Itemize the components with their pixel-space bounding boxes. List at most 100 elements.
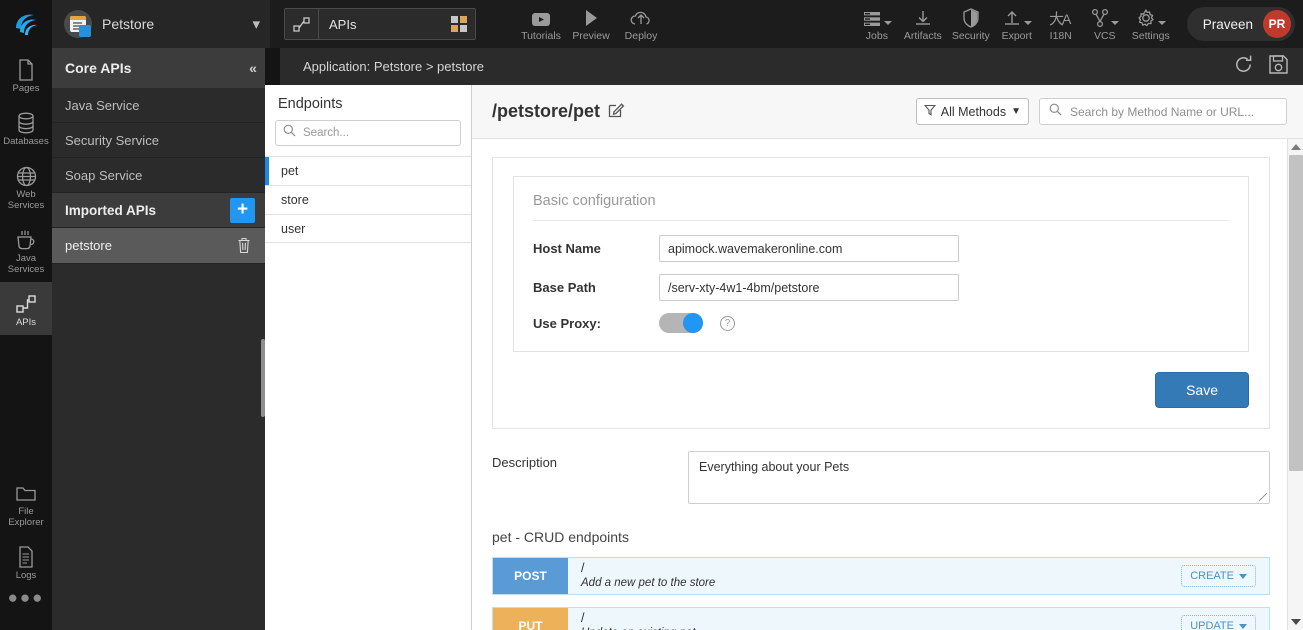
- base-path-value: /serv-xty-4w1-4bm/petstore: [668, 281, 819, 295]
- content-body: Basic configuration Host Name apimock.wa…: [472, 139, 1303, 630]
- chevron-down-icon[interactable]: ▾: [252, 15, 260, 33]
- sidebar-item-apis[interactable]: APIs: [0, 282, 52, 335]
- scroll-down-arrow[interactable]: [1288, 614, 1303, 630]
- endpoints-search-placeholder: Search...: [303, 127, 349, 139]
- scroll-thumb[interactable]: [1289, 155, 1303, 471]
- project-doc-icon: [64, 10, 92, 38]
- basic-config-card: Basic configuration Host Name apimock.wa…: [492, 157, 1270, 429]
- endpoint-url: /: [581, 611, 1181, 625]
- main-header-right: All Methods ▼ Search by Method Name or U…: [916, 98, 1287, 125]
- settings-button[interactable]: Settings: [1127, 0, 1175, 48]
- endpoint-row-post[interactable]: POST / Add a new pet to the store CREATE: [492, 557, 1270, 595]
- chevron-down-icon[interactable]: [1111, 21, 1119, 25]
- api-item-soap-service[interactable]: Soap Service: [52, 158, 265, 193]
- project-selector[interactable]: Petstore ▾: [52, 0, 270, 48]
- page-title: /petstore/pet: [492, 101, 600, 122]
- sidebar-item-pages[interactable]: Pages: [0, 48, 52, 101]
- api-node-icon: [285, 9, 319, 39]
- endpoints-search-input[interactable]: Search...: [275, 120, 461, 146]
- api-item-label: Security Service: [65, 133, 159, 148]
- chevron-double-left-icon[interactable]: «: [241, 48, 265, 88]
- trash-icon[interactable]: [237, 237, 251, 257]
- plus-icon[interactable]: +: [230, 198, 255, 223]
- create-action-button[interactable]: CREATE: [1181, 565, 1256, 587]
- main-scrollbar[interactable]: [1287, 139, 1303, 630]
- wavemaker-logo-button[interactable]: [0, 0, 52, 48]
- floppy-save-icon[interactable]: [1268, 54, 1289, 80]
- resize-handle[interactable]: [1259, 493, 1267, 501]
- preview-button[interactable]: Preview: [566, 0, 616, 48]
- artifacts-button[interactable]: Artifacts: [899, 0, 947, 48]
- sidebar-item-web-services[interactable]: Web Services: [0, 154, 52, 218]
- endpoint-row-put[interactable]: PUT / Update an existing pet UPDATE: [492, 607, 1270, 630]
- sidebar-item-label: Java Services: [8, 253, 44, 275]
- module-selector[interactable]: APIs: [284, 8, 476, 40]
- sidebar-item-databases[interactable]: Databases: [0, 101, 52, 154]
- tutorials-button[interactable]: Tutorials: [516, 0, 566, 48]
- method-search-placeholder: Search by Method Name or URL...: [1070, 105, 1254, 119]
- deploy-button[interactable]: Deploy: [616, 0, 666, 48]
- app-root: Petstore ▾ APIs: [0, 0, 1303, 630]
- left-rail-bottom: File Explorer Logs ●●●: [0, 471, 52, 608]
- core-apis-header: Core APIs «: [52, 48, 265, 88]
- sidebar-item-logs[interactable]: Logs: [0, 535, 52, 588]
- chevron-down-icon[interactable]: [1158, 21, 1166, 25]
- scroll-up-arrow[interactable]: [1288, 139, 1303, 155]
- api-item-java-service[interactable]: Java Service: [52, 88, 265, 123]
- vcs-button[interactable]: VCS: [1083, 0, 1127, 48]
- sidebar-item-label: Logs: [16, 570, 37, 581]
- grid-apps-icon[interactable]: [451, 16, 475, 32]
- chevron-down-icon[interactable]: [884, 21, 892, 25]
- breadcrumb-bar: Application: Petstore > petstore: [280, 48, 1303, 85]
- breadcrumb: Application: Petstore > petstore: [280, 59, 1233, 74]
- artifacts-label: Artifacts: [904, 30, 942, 42]
- description-textarea[interactable]: Everything about your Pets: [688, 451, 1270, 504]
- base-path-field[interactable]: /serv-xty-4w1-4bm/petstore: [659, 274, 959, 301]
- save-button[interactable]: Save: [1155, 372, 1249, 408]
- base-path-label: Base Path: [533, 280, 659, 295]
- i18n-button[interactable]: 大 A I18N: [1039, 0, 1083, 48]
- endpoint-description: Update an existing pet: [581, 625, 1181, 630]
- core-apis-title: Core APIs: [65, 60, 131, 76]
- endpoint-info: / Update an existing pet: [568, 608, 1181, 630]
- api-item-security-service[interactable]: Security Service: [52, 123, 265, 158]
- search-icon: [1049, 103, 1062, 121]
- avatar: PR: [1263, 10, 1291, 38]
- endpoints-title: Endpoints: [265, 85, 471, 120]
- jobs-list-icon: [862, 6, 892, 28]
- jobs-label: Jobs: [866, 30, 888, 42]
- endpoint-info: / Add a new pet to the store: [568, 558, 1181, 594]
- use-proxy-toggle[interactable]: [659, 313, 703, 333]
- caret-down-icon: [1239, 574, 1247, 579]
- jobs-button[interactable]: Jobs: [855, 0, 899, 48]
- help-circle-icon[interactable]: ?: [720, 316, 735, 331]
- module-label: APIs: [319, 17, 451, 32]
- endpoint-item-store[interactable]: store: [265, 185, 471, 214]
- user-menu[interactable]: Praveen PR: [1187, 7, 1295, 41]
- sidebar-item-java-services[interactable]: Java Services: [0, 218, 52, 282]
- security-button[interactable]: Security: [947, 0, 995, 48]
- api-item-label: Soap Service: [65, 168, 142, 183]
- export-button[interactable]: Export: [995, 0, 1039, 48]
- wavemaker-logo-icon: [12, 10, 40, 38]
- endpoint-item-user[interactable]: user: [265, 214, 471, 243]
- method-search-input[interactable]: Search by Method Name or URL...: [1039, 98, 1287, 125]
- edit-pencil-icon[interactable]: [608, 101, 625, 123]
- search-icon: [283, 124, 296, 142]
- chevron-down-icon[interactable]: ▼: [1011, 106, 1021, 117]
- more-dots-icon[interactable]: ●●●: [0, 588, 52, 608]
- host-name-field[interactable]: apimock.wavemakeronline.com: [659, 235, 959, 262]
- api-item-label: Java Service: [65, 98, 139, 113]
- sidebar-item-file-explorer[interactable]: File Explorer: [0, 471, 52, 535]
- document-lines-icon: [17, 544, 35, 570]
- endpoint-item-pet[interactable]: pet: [265, 156, 471, 185]
- api-item-petstore[interactable]: petstore: [52, 228, 265, 264]
- host-name-value: apimock.wavemakeronline.com: [668, 242, 842, 256]
- methods-filter-select[interactable]: All Methods ▼: [916, 98, 1029, 125]
- update-action-button[interactable]: UPDATE: [1181, 615, 1256, 630]
- use-proxy-row: Use Proxy: ?: [533, 313, 1229, 333]
- refresh-icon[interactable]: [1233, 54, 1254, 80]
- folder-icon: [15, 480, 37, 506]
- settings-label: Settings: [1132, 30, 1170, 42]
- chevron-down-icon[interactable]: [1024, 21, 1032, 25]
